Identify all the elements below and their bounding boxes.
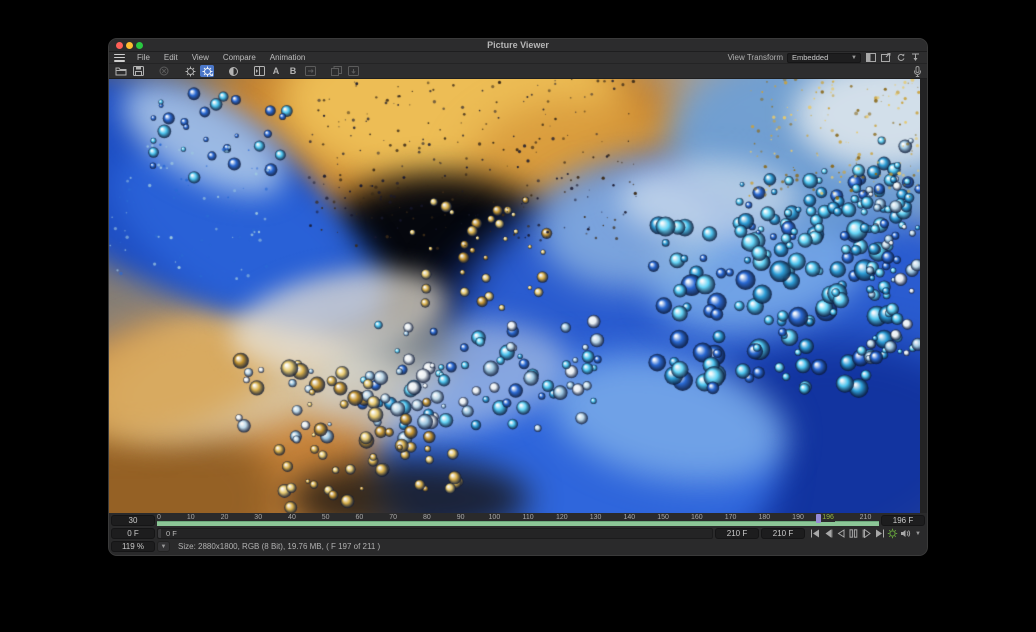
goto-start-button[interactable] [809,528,820,539]
transport-controls: ▼ [807,528,925,539]
ruler-tick-label: 210 [860,514,872,521]
menu-view[interactable]: View [185,53,216,62]
close-window-button[interactable] [116,42,123,49]
ruler-tick-label: 70 [389,514,397,521]
frame-slider-track[interactable]: 0 F [157,528,713,539]
ab-split-icon[interactable] [252,65,266,77]
playhead[interactable]: 196 [816,514,835,527]
view-transform-select[interactable]: Embedded ▼ [787,53,861,63]
preview-range-bar[interactable] [157,521,879,526]
save-button[interactable] [131,65,145,77]
zoom-dropdown-button[interactable]: ▼ [157,541,170,552]
gear-selected-icon[interactable] [200,65,214,77]
swap-ab-icon [303,65,317,77]
cancel-render-icon [157,65,171,77]
transport-options-caret[interactable]: ▼ [913,531,923,537]
timeline-ruler[interactable]: 196 0 10 20 30 40 50 60 70 80 90 100 110 120 130 140 15… [157,514,879,527]
copy-layer-icon [329,65,343,77]
view-transform-value: Embedded [792,53,828,62]
menu-edit[interactable]: Edit [157,53,185,62]
next-frame-button[interactable] [861,528,872,539]
gear-icon[interactable] [183,65,197,77]
ruler-tick-label: 20 [221,514,229,521]
paste-layer-icon [346,65,360,77]
contrast-icon[interactable] [226,65,240,77]
ruler-tick-label: 170 [725,514,737,521]
open-file-button[interactable] [114,65,128,77]
minimize-window-button[interactable] [126,42,133,49]
hamburger-icon[interactable] [114,54,125,62]
image-info-status: Size: 2880x1800, RGB (8 Bit), 19.76 MB, … [178,542,380,551]
menu-file[interactable]: File [130,53,157,62]
reload-icon[interactable] [895,53,906,63]
range-handle[interactable] [158,529,161,538]
ruler-tick-label: 10 [187,514,195,521]
end-frame-field[interactable]: 210 F [761,528,805,539]
set-b-button[interactable]: B [286,65,300,77]
volume-icon[interactable] [900,528,911,539]
menu-animation[interactable]: Animation [263,53,313,62]
goto-end-button[interactable] [874,528,885,539]
play-backward-button[interactable] [835,528,846,539]
ruler-tick-label: 120 [556,514,568,521]
dock-icon[interactable] [910,53,921,63]
ruler-tick-label: 50 [322,514,330,521]
menu-compare[interactable]: Compare [216,53,263,62]
chevron-down-icon: ▼ [851,55,857,61]
ruler-tick-label: 100 [489,514,501,521]
view-transform-label: View Transform [728,53,783,62]
ruler-tick-label: 150 [657,514,669,521]
ruler-tick-label: 140 [623,514,635,521]
ruler-tick-label: 0 [157,514,161,521]
ruler-tick-label: 30 [254,514,262,521]
microphone-icon[interactable] [913,65,927,77]
rendered-image[interactable] [109,79,920,513]
picture-viewer-window: Picture Viewer File Edit View Compare An… [108,38,928,556]
window-title: Picture Viewer [109,40,927,50]
ruler-tick-label: 90 [457,514,465,521]
loop-playback-icon[interactable] [887,528,898,539]
split-view-icon[interactable] [865,53,876,63]
fps-field[interactable]: 30 [111,515,155,526]
range-start-marker: 0 F [166,529,177,538]
current-frame-field[interactable]: 196 F [881,515,925,526]
ruler-tick-label: 60 [356,514,364,521]
ruler-tick-label: 110 [523,514,534,521]
ruler-tick-label: 130 [590,514,602,521]
previous-frame-button[interactable] [822,528,833,539]
playhead-frame-label: 196 [821,514,835,522]
image-viewport [109,79,927,513]
range-end-field[interactable]: 210 F [715,528,759,539]
menu-bar: File Edit View Compare Animation View Tr… [109,52,927,64]
range-start-field[interactable]: 0 F [111,528,155,539]
toolbar: A B [109,64,927,79]
ruler-tick-label: 190 [792,514,804,521]
traffic-lights [116,42,143,49]
popout-icon[interactable] [880,53,891,63]
pause-button[interactable] [848,528,859,539]
ruler-tick-label: 180 [758,514,770,521]
title-bar[interactable]: Picture Viewer [109,39,927,52]
ruler-tick-label: 160 [691,514,703,521]
timeline-panel: 30 196 0 10 20 30 40 50 60 70 80 90 100 110 120 130 14… [109,513,927,555]
ruler-tick-label: 80 [423,514,431,521]
set-a-button[interactable]: A [269,65,283,77]
zoom-level-field[interactable]: 119 % [111,541,155,552]
zoom-window-button[interactable] [136,42,143,49]
ruler-tick-label: 40 [288,514,296,521]
